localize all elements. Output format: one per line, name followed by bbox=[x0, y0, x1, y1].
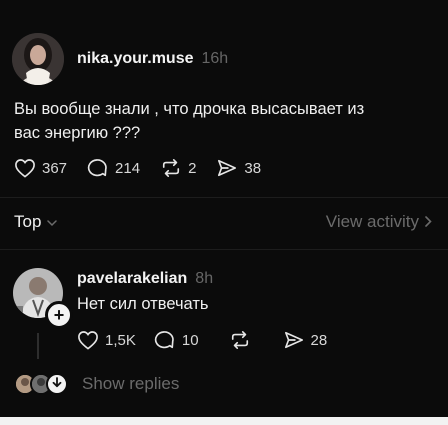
divider-sort bbox=[0, 249, 448, 250]
chevron-right-icon bbox=[425, 212, 432, 232]
comment-bubble-icon bbox=[154, 330, 176, 350]
plus-icon: + bbox=[53, 305, 65, 325]
reply-share-count: 28 bbox=[310, 331, 328, 349]
reply-share-button[interactable]: 28 bbox=[283, 330, 328, 350]
thread-line bbox=[37, 333, 39, 359]
reply-like-count: 1,5K bbox=[105, 331, 136, 349]
expand-replies-button[interactable] bbox=[46, 373, 68, 395]
heart-icon bbox=[14, 158, 36, 178]
send-icon bbox=[283, 330, 305, 350]
sort-label: Top bbox=[14, 212, 42, 231]
reply-text: Нет сил отвечать bbox=[77, 295, 209, 313]
divider-post bbox=[0, 197, 448, 198]
bottom-bar bbox=[0, 417, 448, 425]
reply-header: pavelarakelian 8h bbox=[77, 270, 213, 288]
share-button[interactable]: 38 bbox=[216, 158, 261, 178]
reply-time: 8h bbox=[195, 270, 214, 287]
post-author-avatar[interactable] bbox=[12, 33, 64, 85]
heart-icon bbox=[77, 330, 99, 350]
post-text-line-1: Вы вообще знали , что дрочка высасывает … bbox=[14, 100, 365, 118]
post-actions: 367 214 2 38 bbox=[14, 158, 261, 178]
reply-comment-button[interactable]: 10 bbox=[154, 330, 199, 350]
show-replies-row[interactable]: Show replies bbox=[14, 373, 179, 395]
reply-actions: 1,5K 10 28 bbox=[77, 330, 327, 350]
reply-like-button[interactable]: 1,5K bbox=[77, 330, 136, 350]
arrow-down-icon bbox=[52, 375, 62, 393]
view-activity-link[interactable]: View activity bbox=[326, 212, 432, 232]
share-count: 38 bbox=[244, 159, 262, 177]
post-text-line-2: вас энергию ??? bbox=[14, 124, 141, 142]
chevron-down-icon bbox=[47, 212, 58, 232]
comment-count: 214 bbox=[115, 159, 141, 177]
repost-icon bbox=[160, 158, 182, 178]
view-activity-label: View activity bbox=[325, 212, 419, 231]
comment-bubble-icon bbox=[87, 158, 109, 178]
post-header: nika.your.muse 16h bbox=[77, 50, 228, 68]
reply-username[interactable]: pavelarakelian bbox=[77, 270, 187, 288]
reply-comment-count: 10 bbox=[181, 331, 199, 349]
repost-count: 2 bbox=[188, 159, 197, 177]
post-username[interactable]: nika.your.muse bbox=[77, 50, 194, 68]
reply-avatars-stack bbox=[14, 373, 68, 395]
follow-button[interactable]: + bbox=[45, 301, 73, 329]
like-button[interactable]: 367 bbox=[14, 158, 67, 178]
send-icon bbox=[216, 158, 238, 178]
post-text: Вы вообще знали , что дрочка высасывает … bbox=[14, 97, 434, 145]
repost-button[interactable]: 2 bbox=[160, 158, 196, 178]
reply-repost-button[interactable] bbox=[229, 330, 257, 350]
repost-icon bbox=[229, 330, 251, 350]
like-count: 367 bbox=[42, 159, 68, 177]
sort-dropdown[interactable]: Top bbox=[14, 212, 58, 232]
show-replies-label: Show replies bbox=[82, 374, 180, 393]
post-time: 16h bbox=[201, 50, 229, 67]
comment-button[interactable]: 214 bbox=[87, 158, 140, 178]
